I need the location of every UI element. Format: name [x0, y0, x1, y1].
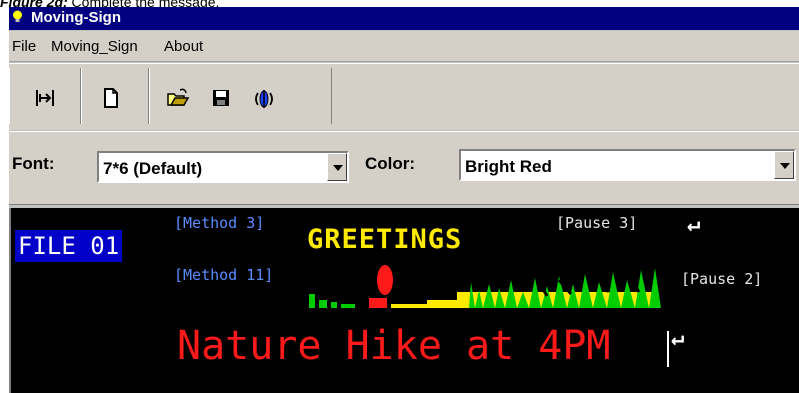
graphic-animation-figure: [309, 265, 661, 308]
pause-tag-1[interactable]: [Pause 3]: [556, 214, 637, 232]
open-folder-icon[interactable]: [166, 87, 190, 109]
lightbulb-icon: [12, 10, 23, 22]
audio-icon[interactable]: [252, 87, 274, 109]
color-select[interactable]: Bright Red: [459, 149, 796, 181]
chevron-down-icon[interactable]: [774, 151, 794, 179]
window-title: Moving-Sign: [31, 9, 121, 26]
font-select-value: 7*6 (Default): [103, 159, 203, 178]
pause-tag-2[interactable]: [Pause 2]: [681, 270, 762, 288]
toolbar-group-3: [149, 68, 332, 124]
color-label: Color:: [365, 154, 416, 173]
font-label: Font:: [12, 154, 55, 173]
method-tag-1[interactable]: [Method 3]: [174, 214, 264, 232]
greeting-text[interactable]: GREETINGS: [307, 224, 462, 255]
align-icon[interactable]: [34, 87, 56, 109]
event-text[interactable]: Nature Hike at 4PM: [177, 323, 610, 369]
menu-about[interactable]: About: [164, 38, 203, 55]
color-select-value: Bright Red: [465, 157, 552, 176]
menu-file[interactable]: File: [12, 38, 36, 55]
app-window: Moving-Sign File Moving_Sign About Font:…: [9, 7, 799, 393]
method-tag-2[interactable]: [Method 11]: [174, 266, 273, 284]
toolbar-group-1: [9, 68, 81, 124]
toolbar: [9, 63, 799, 130]
font-color-bar: Font: 7*6 (Default) Color: Bright Red: [9, 131, 799, 205]
chevron-down-icon[interactable]: [327, 153, 347, 181]
file-tag[interactable]: FILE 01: [15, 230, 123, 262]
save-icon[interactable]: [210, 87, 232, 109]
message-editor[interactable]: FILE 01 [Method 3] GREETINGS [Pause 3] ↵…: [9, 208, 799, 393]
toolbar-group-2: [81, 68, 149, 124]
title-bar: Moving-Sign: [9, 7, 799, 30]
return-icon: ↵: [671, 326, 685, 351]
font-select[interactable]: 7*6 (Default): [97, 151, 349, 183]
menu-moving-sign[interactable]: Moving_Sign: [51, 38, 138, 55]
menu-bar: File Moving_Sign About: [9, 31, 799, 62]
graphic-animation[interactable]: [309, 262, 669, 310]
text-cursor: [667, 331, 669, 367]
return-icon: ↵: [687, 212, 701, 237]
new-file-icon[interactable]: [100, 87, 122, 109]
